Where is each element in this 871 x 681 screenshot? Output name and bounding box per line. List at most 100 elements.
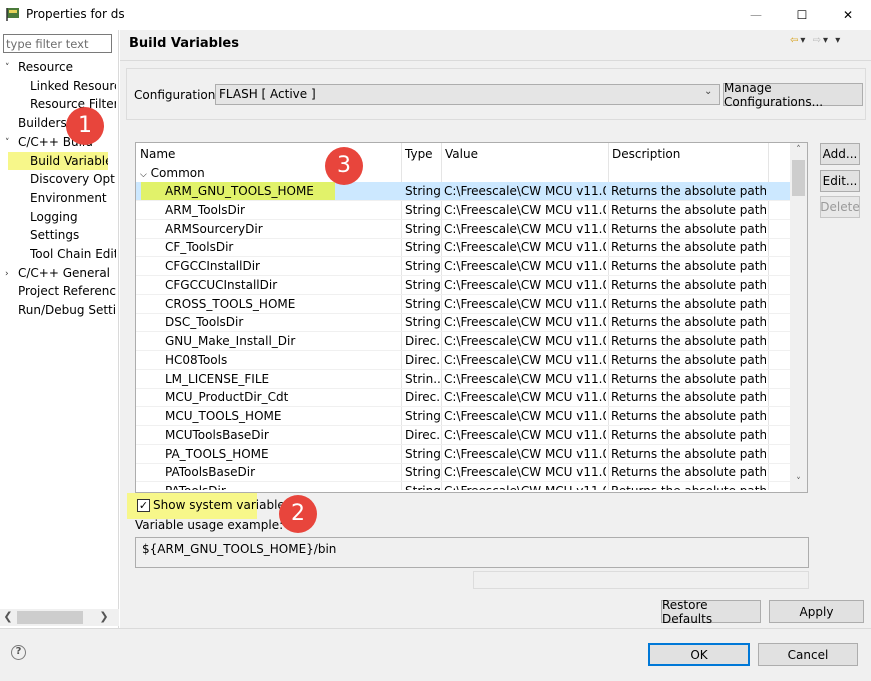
cell-name: MCUToolsBaseDir [165,428,269,442]
table-row[interactable]: MCUToolsBaseDir Direc...C:\Freescale\CW M… [136,426,790,445]
tree-item[interactable]: Environment [30,189,116,207]
table-row[interactable]: CF_ToolsDir String C:\Freescale\CW MCU v11… [136,238,790,257]
cell-value: C:\Freescale\CW MCU v11.0\... [444,278,606,292]
table-row[interactable]: PAToolsDirStringC:\Freescale\CW MCU v11.… [136,482,790,490]
tree-item[interactable]: Settings [30,226,116,244]
cell-description: Returns the absolute path f... [611,372,766,386]
chevron-right-icon[interactable]: › [5,265,15,283]
minimize-icon: — [750,8,762,22]
tree-item[interactable]: Resource [18,58,116,76]
table-row[interactable]: DSC_ToolsDir String C:\Freescale\CW MCU v1… [136,313,790,332]
scroll-right-icon[interactable]: ❯ [98,610,110,625]
tree-item[interactable]: Linked Resource [30,77,116,95]
cell-name: LM_LICENSE_FILE [165,372,270,386]
tree-item[interactable]: Run/Debug Settin [18,301,116,319]
cell-type: String [405,184,441,198]
cell-value: C:\Freescale\CW MCU v11.0\... [444,482,606,490]
cell-description: Returns the absolute path o... [611,334,766,348]
cancel-button[interactable]: Cancel [758,643,858,666]
history-nav[interactable]: ⇦▾ ⇨▾ ▾ [790,35,842,46]
table-row[interactable]: PA_TOOLS_HOME String C:\Freescale\CW MCU v… [136,445,790,464]
cell-description: Returns the absolute path f... [611,447,766,461]
show-system-variables-checkbox[interactable]: ✓ [137,499,150,512]
table-row[interactable]: MCU_TOOLS_HOME String C:\Freescale\CW MCU … [136,407,790,426]
tree-item[interactable]: C/C++ General [18,264,116,282]
chevron-down-icon[interactable]: ˅ [5,59,15,77]
usage-example-label: Variable usage example: [135,518,284,532]
callout-badge-1: 1 [66,107,104,145]
help-icon[interactable]: ? [11,645,26,660]
close-icon: ✕ [842,8,854,22]
cell-name: CROSS_TOOLS_HOME [165,297,296,311]
cell-description: Returns the absolute path f... [611,297,766,311]
configuration-select[interactable]: FLASH [ Active ] [215,84,720,105]
manage-configurations-button[interactable]: Manage Configurations... [723,81,863,109]
table-row[interactable]: CROSS_TOOLS_HOME String C:\Freescale\CW MC… [136,295,790,314]
forward-icon[interactable]: ⇨ [813,35,823,46]
table-row[interactable]: HC08Tools Direc...C:\Freescale\CW MCU v11… [136,351,790,370]
status-field [473,571,809,589]
chevron-down-icon[interactable]: ˅ [5,134,15,152]
cell-description: Returns the absolute path f... [611,428,766,442]
cell-name: HC08Tools [165,353,228,367]
cell-type: String [405,315,441,329]
back-icon[interactable]: ⇦ [790,35,800,46]
tree-item[interactable]: Build Variables [8,152,108,170]
scroll-thumb[interactable] [17,611,83,624]
group-label: Common [150,166,205,180]
tree-item[interactable]: Tool Chain Editc [30,245,116,263]
tree-item[interactable]: Project References [18,282,116,300]
table-row[interactable]: GNU_Make_Install_Dir Direc...C:\Freescale… [136,332,790,351]
edit-button[interactable]: Edit... [820,170,860,192]
maximize-icon: ☐ [796,8,808,22]
window-title: Properties for ds [26,7,125,21]
chevron-down-icon[interactable]: ▾ [823,35,830,46]
cell-name: GNU_Make_Install_Dir [165,334,296,348]
cell-description: Returns the absolute path f... [611,465,766,479]
close-button[interactable]: ✕ [825,0,871,30]
cell-name: CFGCCInstallDir [165,259,260,273]
ok-button[interactable]: OK [648,643,750,666]
tree-item[interactable]: Logging [30,208,116,226]
apply-button[interactable]: Apply [769,600,864,623]
cell-description: Returns the absolute path f... [611,482,766,490]
column-header-type[interactable]: Type [405,145,433,163]
column-header-value[interactable]: Value [445,145,478,163]
table-row[interactable]: PAToolsBaseDir String C:\Freescale\CW MCU … [136,463,790,482]
cell-type: String [405,297,441,311]
view-menu-icon[interactable]: ▾ [835,35,842,46]
table-row[interactable]: ARM_GNU_TOOLS_HOME String C:\Freescale\CW … [136,182,790,201]
table-row[interactable]: CFGCCInstallDir String C:\Freescale\CW MCU… [136,257,790,276]
cell-name: CF_ToolsDir [165,240,234,254]
table-row[interactable]: CFGCCUCInstallDir String C:\Freescale\CW M… [136,276,790,295]
cell-name: CFGCCUCInstallDir [165,278,278,292]
tree-item[interactable]: Discovery Optic [30,170,116,188]
restore-defaults-button[interactable]: Restore Defaults [661,598,761,626]
column-header-name[interactable]: Name [140,145,175,163]
scroll-down-icon[interactable]: ˅ [790,477,807,491]
cell-type: Direc... [405,334,441,348]
chevron-down-icon[interactable]: ⌄ [704,86,712,97]
maximize-button[interactable]: ☐ [779,0,825,30]
group-row-common[interactable]: ⌵ Common [140,164,205,182]
delete-button[interactable]: Delete [820,196,860,218]
filter-input[interactable] [3,34,112,53]
scroll-left-icon[interactable]: ❮ [2,610,14,625]
scroll-thumb[interactable] [792,160,805,196]
cell-description: Returns the absolute path f... [611,259,766,273]
cell-type: String [405,482,441,490]
add-button[interactable]: Add... [820,143,860,165]
show-system-variables-label[interactable]: Show system variables [153,498,291,512]
table-row[interactable]: LM_LICENSE_FILE Strin... C:\Freescale\CW M… [136,370,790,389]
chevron-down-icon[interactable]: ▾ [800,35,807,46]
minimize-button[interactable]: — [733,0,779,30]
table-row[interactable]: ARM_ToolsDir String C:\Freescale\CW MCU v1… [136,201,790,220]
cell-value: C:\Freescale\CW MCU v11.0\... [444,409,606,423]
table-row[interactable]: ARMSourceryDir String C:\Freescale\CW MCU … [136,220,790,239]
cell-description: Returns the absolute path f... [611,203,766,217]
table-row[interactable]: MCU_ProductDir_Cdt Direc...C:\Freescale\C… [136,388,790,407]
chevron-down-icon[interactable]: ⌵ [140,170,147,180]
column-header-description[interactable]: Description [612,145,680,163]
table-body: ARM_GNU_TOOLS_HOME String C:\Freescale\CW … [136,182,790,490]
scroll-up-icon[interactable]: ˄ [790,145,807,159]
